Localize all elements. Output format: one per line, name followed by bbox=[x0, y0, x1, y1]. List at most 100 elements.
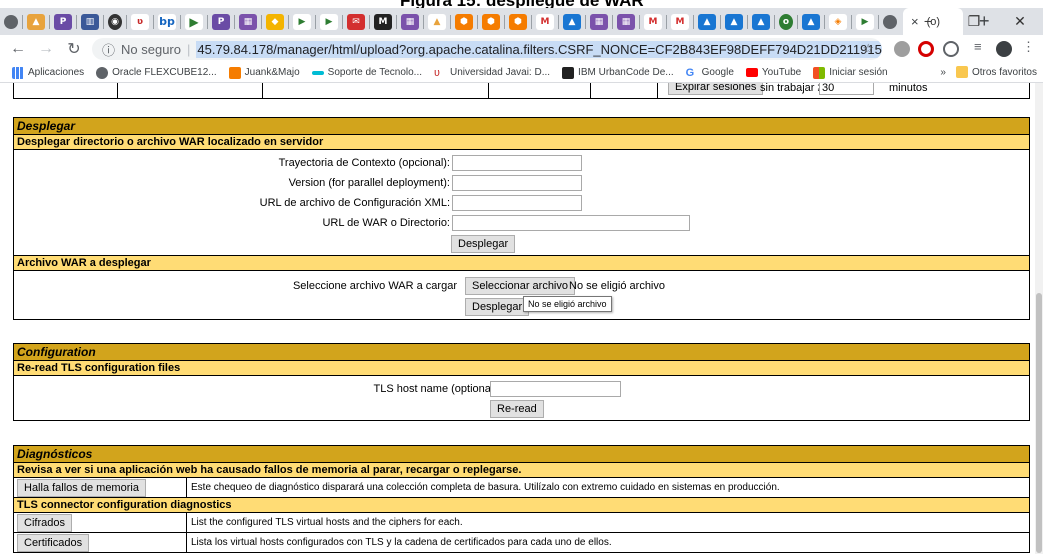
bookmark-juank[interactable]: Juank&Majo bbox=[228, 66, 300, 79]
browser-window: Figura 15: despliegue de WAR ▲ P ▥ ◉ ʋ b… bbox=[0, 0, 1043, 554]
bookmark-label: Soporte de Tecnolo... bbox=[327, 67, 422, 78]
tab-favicon-icon[interactable]: ▲ bbox=[563, 13, 581, 30]
chrome-icon[interactable] bbox=[4, 14, 18, 29]
tab-favicon-icon[interactable]: ▲ bbox=[698, 13, 716, 30]
tab-favicon-icon[interactable]: M bbox=[644, 13, 662, 30]
bookmark-google[interactable]: G Google bbox=[686, 67, 734, 79]
opera-icon[interactable] bbox=[918, 41, 934, 57]
address-bar[interactable]: ⓘ No seguro | 45.79.84.178/manager/html/… bbox=[92, 38, 882, 60]
reread-button[interactable]: Re-read bbox=[490, 400, 544, 418]
tab-favicon-icon[interactable]: ▲ bbox=[428, 13, 446, 30]
expire-sessions-button[interactable]: Expirar sesiones bbox=[668, 83, 764, 95]
bookmark-iniciar[interactable]: Iniciar sesión bbox=[813, 66, 888, 79]
tab-favicon-icon[interactable]: ▲ bbox=[752, 13, 770, 30]
deploy-dir-form: Trayectoria de Contexto (opcional): Vers… bbox=[14, 150, 1029, 256]
bookmark-label: Aplicaciones bbox=[28, 67, 85, 78]
leak-heading: Revisa a ver si una aplicación web ha ca… bbox=[14, 463, 1029, 478]
tab-favicon-icon[interactable]: ⬢ bbox=[509, 13, 527, 30]
tab-favicon-icon[interactable]: ▲ bbox=[725, 13, 743, 30]
tab-favicon-icon[interactable] bbox=[883, 14, 897, 29]
tab-favicon-icon[interactable]: ◆ bbox=[266, 13, 284, 30]
back-icon[interactable]: ← bbox=[8, 40, 28, 58]
tab-separator bbox=[720, 14, 721, 29]
star-icon[interactable]: ☆ bbox=[862, 41, 874, 57]
tab-favicon-icon[interactable]: ◈ bbox=[829, 13, 847, 30]
extension-icon[interactable] bbox=[894, 41, 910, 57]
bookmark-label: Juank&Majo bbox=[244, 67, 300, 78]
tab-favicon-icon[interactable]: M bbox=[374, 13, 392, 30]
tab-favicon-icon[interactable]: ✉ bbox=[347, 13, 365, 30]
tab-favicon-icon[interactable]: ◉ bbox=[108, 13, 122, 30]
tab-favicon-icon[interactable]: M bbox=[536, 13, 554, 30]
maximize-icon[interactable]: ❐ bbox=[951, 8, 997, 35]
tab-separator bbox=[450, 14, 451, 29]
security-label[interactable]: No seguro bbox=[121, 42, 181, 57]
tab-favicon-icon[interactable]: ▶ bbox=[293, 13, 311, 30]
tab-separator bbox=[747, 14, 748, 29]
bookmark-soporte[interactable]: Soporte de Tecnolo... bbox=[311, 67, 422, 78]
tab-separator bbox=[49, 14, 50, 29]
tab-favicon-icon[interactable]: ▶ bbox=[856, 13, 874, 30]
certificates-row: Certificados Lista los virtual hosts con… bbox=[14, 533, 1029, 553]
tab-favicon-icon[interactable]: ⬢ bbox=[455, 13, 473, 30]
tab-favicon-icon[interactable]: o bbox=[779, 13, 793, 30]
address-bar-row: ← → ↻ ⓘ No seguro | 45.79.84.178/manager… bbox=[0, 35, 1043, 63]
tab-favicon-icon[interactable]: M bbox=[671, 13, 689, 30]
ciphers-button[interactable]: Cifrados bbox=[17, 514, 72, 532]
tab-favicon-icon[interactable]: bp bbox=[158, 13, 176, 30]
certificates-description: Lista los virtual hosts configurados con… bbox=[186, 533, 612, 552]
tab-favicon-icon[interactable]: ▶ bbox=[185, 13, 203, 30]
find-leaks-button[interactable]: Halla fallos de memoria bbox=[17, 479, 146, 497]
tab-favicon-icon[interactable]: ▦ bbox=[239, 13, 257, 30]
context-path-input[interactable] bbox=[452, 155, 582, 171]
certificates-button[interactable]: Certificados bbox=[17, 534, 90, 552]
reload-icon[interactable]: ↻ bbox=[64, 39, 84, 59]
url-text[interactable]: 45.79.84.178/manager/html/upload?org.apa… bbox=[196, 40, 882, 58]
bookmark-label: Google bbox=[701, 67, 734, 78]
bookmark-oracle[interactable]: Oracle FLEXCUBE12... bbox=[96, 66, 217, 79]
tab-separator bbox=[585, 14, 586, 29]
tab-favicon-icon[interactable]: ▦ bbox=[401, 13, 419, 30]
avatar[interactable] bbox=[996, 41, 1012, 57]
tab-favicon-icon[interactable]: ▥ bbox=[81, 13, 99, 30]
scrollbar-thumb[interactable] bbox=[1036, 293, 1042, 553]
bookmark-label: Universidad Javai: D... bbox=[450, 67, 551, 78]
folder-icon bbox=[955, 66, 968, 78]
version-input[interactable] bbox=[452, 175, 582, 191]
bookmark-icon bbox=[562, 66, 575, 79]
close-window-icon[interactable]: ✕ bbox=[997, 8, 1043, 35]
tab-separator bbox=[504, 14, 505, 29]
config-url-input[interactable] bbox=[452, 195, 582, 211]
deploy-button[interactable]: Desplegar bbox=[451, 235, 516, 253]
minimize-icon[interactable]: − bbox=[905, 8, 951, 35]
tab-favicon-icon[interactable]: ▲ bbox=[27, 13, 45, 30]
tab-separator bbox=[774, 14, 775, 29]
extension-icon[interactable] bbox=[943, 41, 959, 57]
tab-favicon-icon[interactable]: ▦ bbox=[617, 13, 635, 30]
tab-separator bbox=[153, 14, 154, 29]
upload-deploy-button[interactable]: Desplegar bbox=[465, 298, 530, 316]
tls-host-input[interactable] bbox=[490, 381, 621, 397]
tab-favicon-icon[interactable]: ▦ bbox=[590, 13, 608, 30]
tab-favicon-icon[interactable]: P bbox=[212, 13, 230, 30]
info-icon[interactable]: ⓘ bbox=[102, 40, 115, 59]
tab-favicon-icon[interactable]: P bbox=[54, 13, 72, 30]
without-working-label: sin trabajar ≥ bbox=[760, 83, 824, 94]
bookmark-apps[interactable]: Aplicaciones bbox=[12, 66, 85, 79]
more-bookmarks-icon[interactable]: » bbox=[940, 67, 946, 78]
bookmark-ibm[interactable]: IBM UrbanCode De... bbox=[562, 66, 674, 79]
minutes-input[interactable] bbox=[819, 83, 874, 95]
tab-favicon-icon[interactable]: ⬢ bbox=[482, 13, 500, 30]
bookmark-youtube[interactable]: YouTube bbox=[745, 67, 801, 78]
tab-favicon-icon[interactable]: ▶ bbox=[320, 13, 338, 30]
bookmark-universidad[interactable]: ʋ Universidad Javai: D... bbox=[434, 67, 550, 79]
other-favorites[interactable]: Otros favoritos bbox=[955, 66, 1037, 78]
tab-favicon-icon[interactable]: ▲ bbox=[802, 13, 820, 30]
tab-favicon-icon[interactable]: ʋ bbox=[131, 13, 149, 30]
select-file-button[interactable]: Seleccionar archivo bbox=[465, 277, 575, 295]
reading-list-icon[interactable]: ≡ bbox=[974, 39, 990, 55]
page-scrollbar[interactable] bbox=[1035, 83, 1043, 554]
menu-icon[interactable]: ⋮ bbox=[1022, 39, 1038, 55]
forward-icon[interactable]: → bbox=[36, 40, 56, 58]
war-url-input[interactable] bbox=[452, 215, 690, 231]
